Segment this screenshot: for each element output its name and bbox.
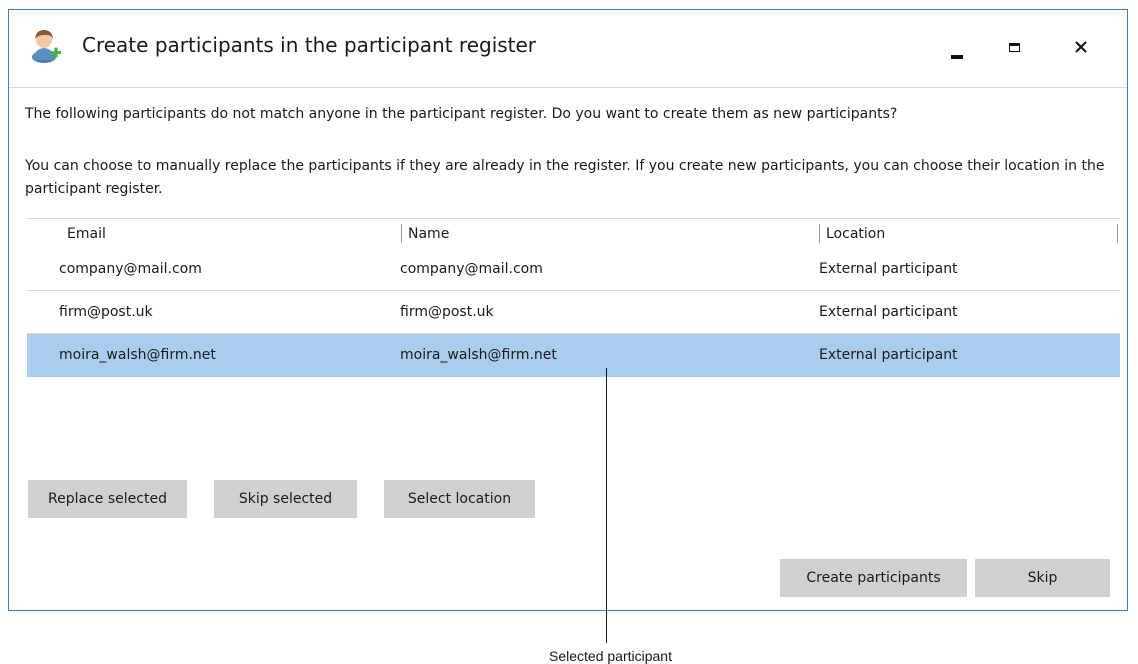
skip-selected-button[interactable]: Skip selected xyxy=(214,480,357,518)
cell-name: moira_walsh@firm.net xyxy=(400,347,557,363)
add-user-icon xyxy=(32,30,61,63)
create-participants-dialog: Create participants in the participant r… xyxy=(8,9,1128,611)
callout-label: Selected participant xyxy=(549,648,672,664)
column-divider[interactable] xyxy=(1117,224,1118,243)
details-text: You can choose to manually replace the p… xyxy=(25,158,1105,197)
cell-name: firm@post.uk xyxy=(400,304,494,320)
intro-text: The following participants do not match … xyxy=(25,106,898,122)
table-row[interactable]: firm@post.uk firm@post.uk External parti… xyxy=(27,291,1120,334)
column-divider[interactable] xyxy=(401,224,402,243)
column-divider[interactable] xyxy=(819,224,820,243)
column-header-location[interactable]: Location xyxy=(826,226,885,242)
window-title: Create participants in the participant r… xyxy=(82,33,537,57)
replace-selected-button[interactable]: Replace selected xyxy=(28,480,187,518)
table-row-selected[interactable]: moira_walsh@firm.net moira_walsh@firm.ne… xyxy=(27,334,1120,377)
title-bar: Create participants in the participant r… xyxy=(9,10,1127,88)
table-row[interactable]: company@mail.com company@mail.com Extern… xyxy=(27,248,1120,291)
cell-location: External participant xyxy=(819,261,958,277)
select-location-button[interactable]: Select location xyxy=(384,480,535,518)
close-icon xyxy=(1075,41,1087,53)
callout-line xyxy=(606,368,607,643)
cell-email: moira_walsh@firm.net xyxy=(59,347,216,363)
minimize-icon xyxy=(951,55,963,59)
close-button[interactable] xyxy=(1057,24,1105,64)
create-participants-button[interactable]: Create participants xyxy=(780,559,967,597)
maximize-icon xyxy=(1009,43,1020,52)
maximize-button[interactable] xyxy=(991,24,1039,64)
column-header-email[interactable]: Email xyxy=(67,226,106,242)
cell-location: External participant xyxy=(819,304,958,320)
cell-email: firm@post.uk xyxy=(59,304,153,320)
cell-email: company@mail.com xyxy=(59,261,202,277)
skip-button[interactable]: Skip xyxy=(975,559,1110,597)
table-header: Email Name Location xyxy=(27,218,1120,248)
page: Create participants in the participant r… xyxy=(0,0,1138,664)
participants-table: Email Name Location company@mail.com com… xyxy=(27,218,1120,377)
minimize-button[interactable] xyxy=(933,24,981,64)
cell-location: External participant xyxy=(819,347,958,363)
column-header-name[interactable]: Name xyxy=(408,226,449,242)
cell-name: company@mail.com xyxy=(400,261,543,277)
